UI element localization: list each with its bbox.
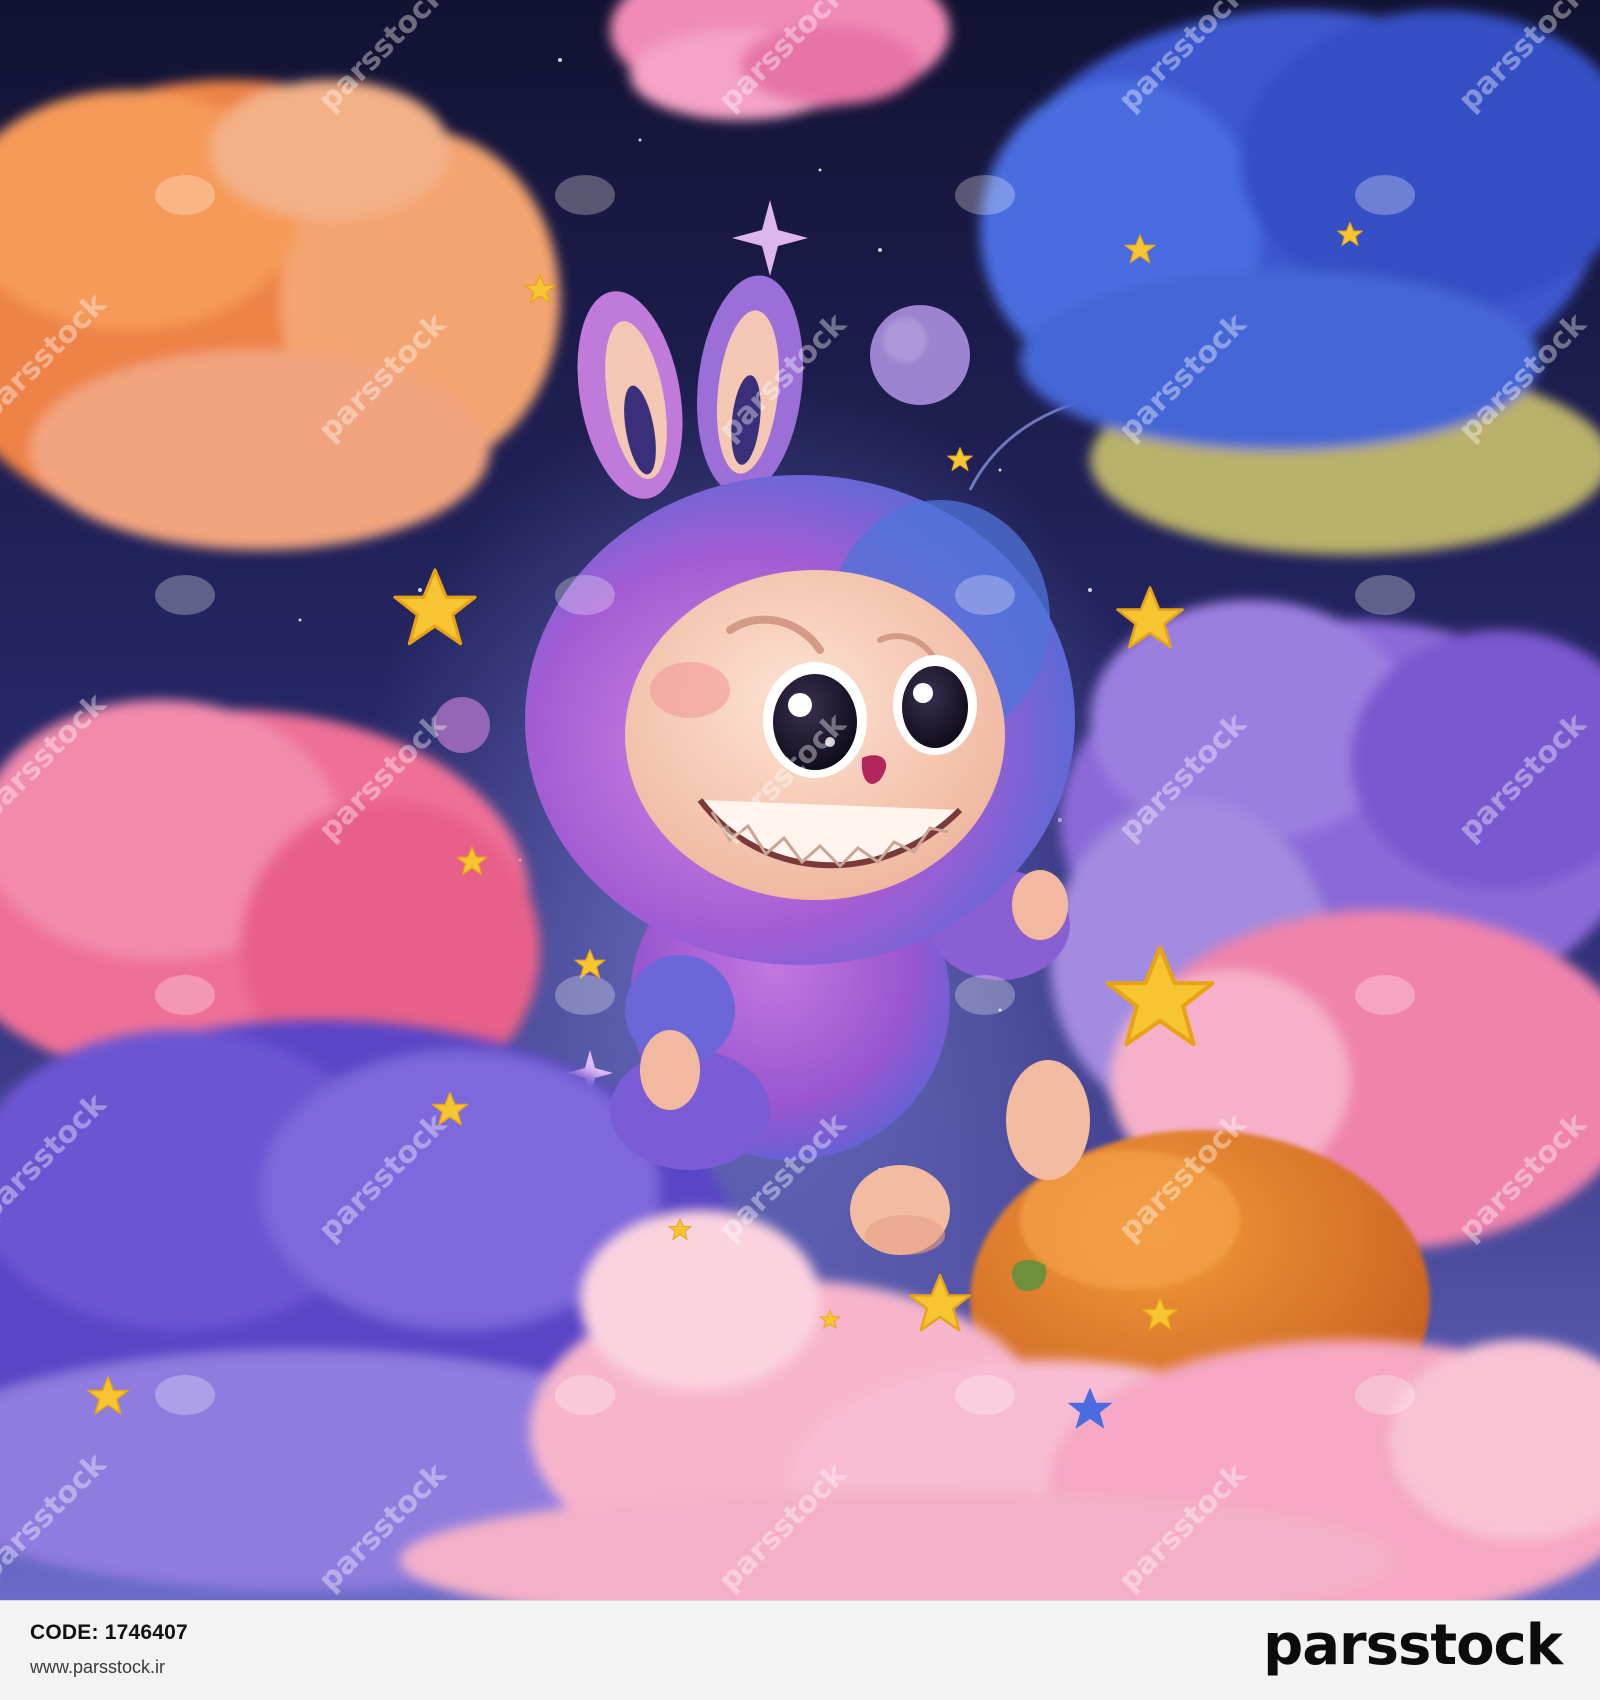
brand-logo: parsstock <box>1263 1613 1563 1678</box>
footer-bar: CODE: 1746407 www.parsstock.ir parsstock <box>0 1600 1600 1700</box>
left-eye <box>763 662 867 778</box>
cloud-orange-left <box>0 80 560 550</box>
right-hand <box>1012 870 1068 940</box>
website-link[interactable]: www.parsstock.ir <box>30 1657 165 1678</box>
small-planet <box>434 697 490 753</box>
illustration <box>0 0 1600 1600</box>
stock-image-page: parsstock parsstock parsstock parsstock … <box>0 0 1600 1700</box>
left-hand <box>640 1030 700 1110</box>
image-code: CODE: 1746407 <box>30 1621 188 1644</box>
right-eye <box>893 655 977 755</box>
